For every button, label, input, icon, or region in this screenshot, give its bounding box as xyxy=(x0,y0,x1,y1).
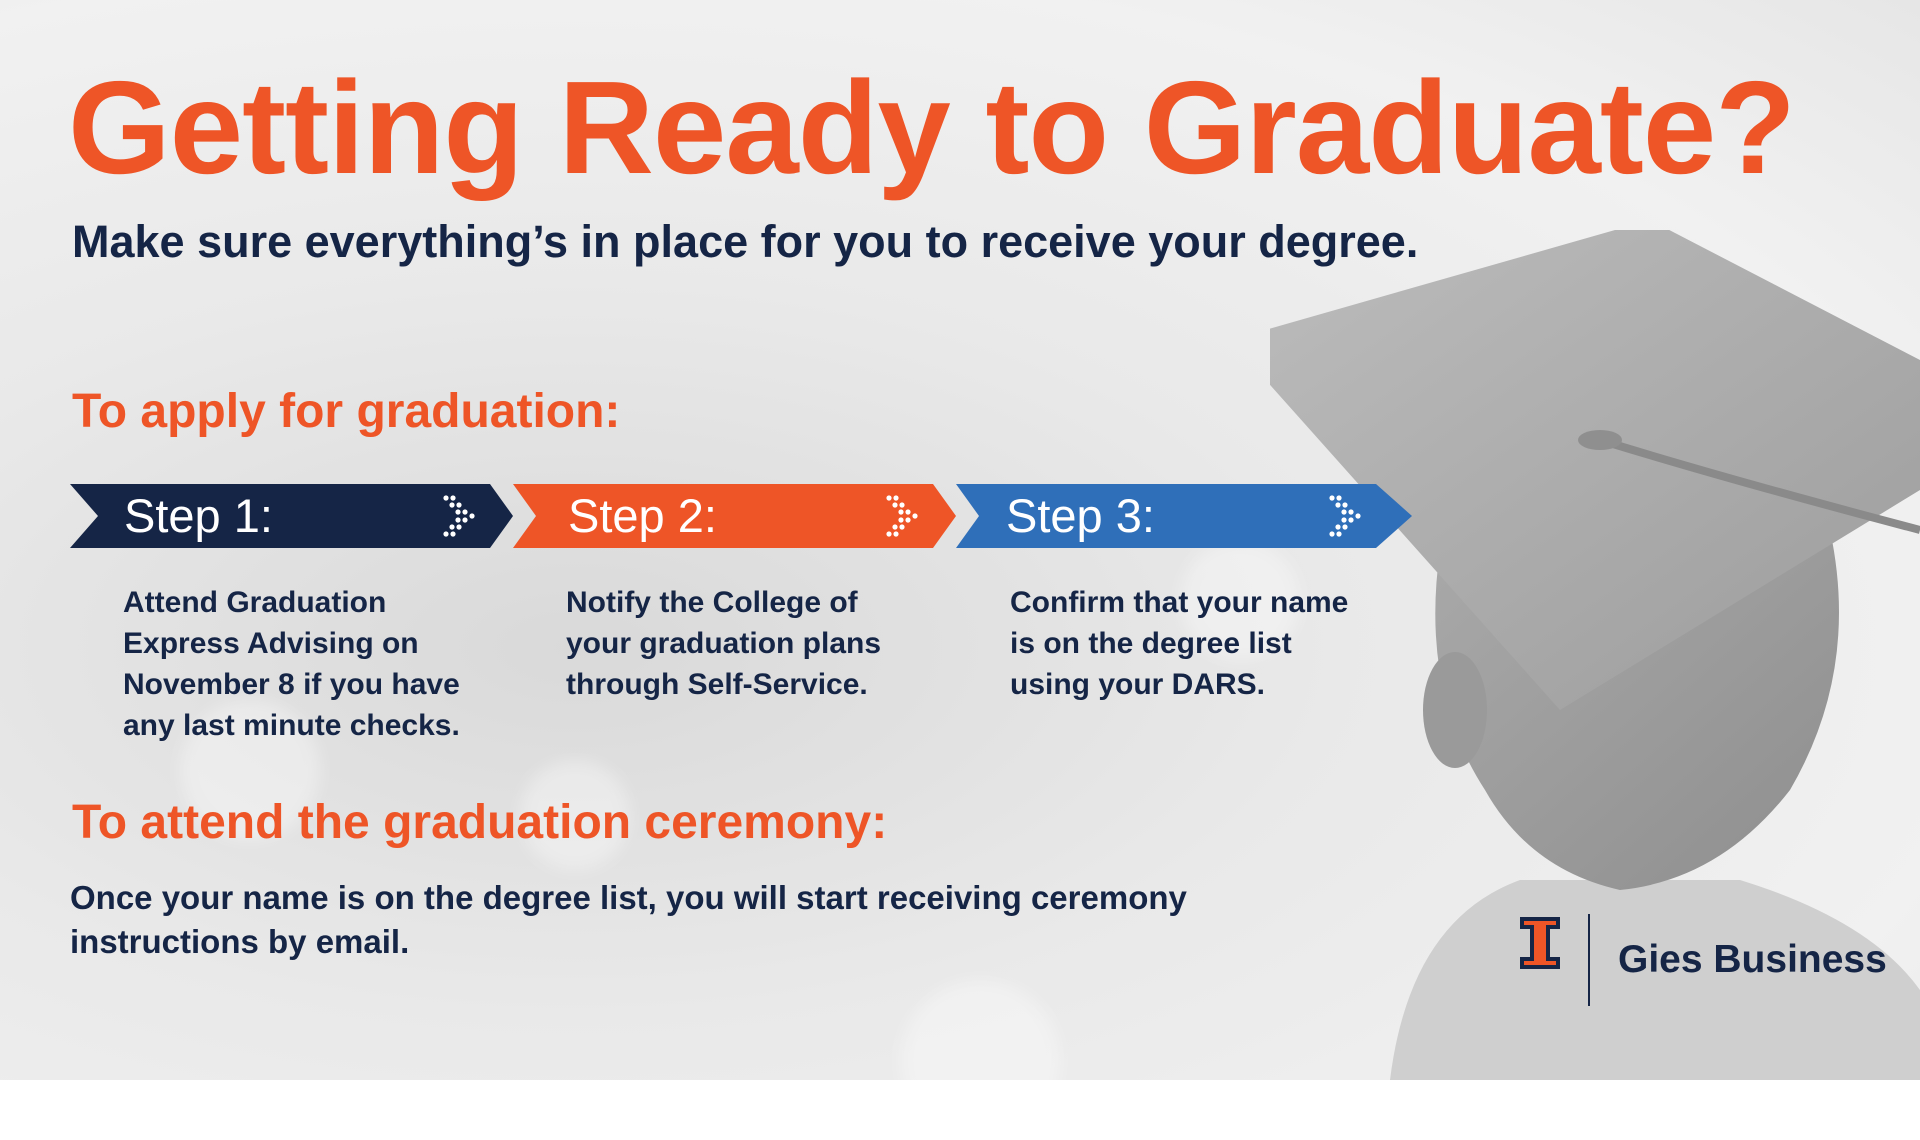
step-1-line: November 8 if you have xyxy=(123,668,460,701)
ceremony-heading: To attend the graduation ceremony: xyxy=(72,796,888,849)
block-i-logo xyxy=(1520,917,1560,969)
dotted-chevron-icon xyxy=(1329,495,1361,537)
step-3-line: Confirm that your name xyxy=(1010,586,1349,619)
step-3-line: using your DARS. xyxy=(1010,668,1266,701)
step-2-line: Notify the College of xyxy=(566,586,858,619)
apply-heading: To apply for graduation: xyxy=(72,385,621,438)
dotted-chevron-icon xyxy=(886,495,918,537)
brand-name: Gies Business xyxy=(1618,938,1887,981)
dotted-chevron-icon xyxy=(443,495,475,537)
step-2-label: Step 2: xyxy=(568,489,717,542)
bokeh-light xyxy=(900,980,1060,1140)
step-1-line: Express Advising on xyxy=(123,627,419,660)
step-1-label: Step 1: xyxy=(124,489,273,542)
step-1-line: Attend Graduation xyxy=(123,586,387,619)
step-1-description: Attend Graduation Express Advising on No… xyxy=(123,582,460,746)
logo-divider xyxy=(1588,914,1590,1006)
step-3-description: Confirm that your name is on the degree … xyxy=(1010,582,1348,705)
step-2-line: through Self-Service. xyxy=(566,668,868,701)
step-3-label: Step 3: xyxy=(1006,489,1155,542)
step-arrows: Step 1: Step 2: Step 3: xyxy=(70,484,1420,548)
step-2-line: your graduation plans xyxy=(566,627,882,660)
ceremony-text: Once your name is on the degree list, yo… xyxy=(70,879,1187,960)
step-1-line: any last minute checks. xyxy=(123,709,460,742)
page-subtitle: Make sure everything’s in place for you … xyxy=(72,216,1419,267)
step-3-line: is on the degree list xyxy=(1010,627,1292,660)
page-title: Getting Ready to Graduate? xyxy=(68,54,1796,201)
step-2-description: Notify the College of your graduation pl… xyxy=(566,582,881,705)
